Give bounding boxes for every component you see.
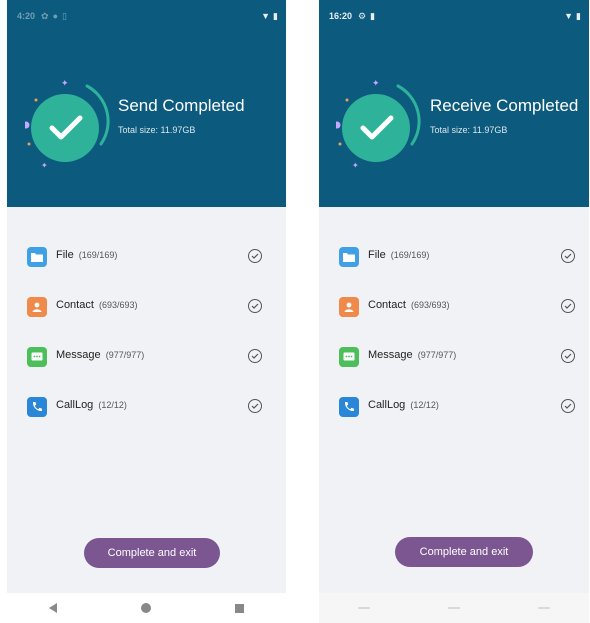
battery-icon: ▮	[273, 11, 278, 21]
list-item-calllog: CallLog (12/12)	[7, 388, 286, 438]
svg-text:✦: ✦	[352, 161, 359, 170]
navigation-bar	[7, 593, 286, 623]
header: 16:20 ⚙ ▮ ▼ ▮ ✦ ✦ Receive Completed Tota…	[319, 0, 589, 207]
list-item-calllog: CallLog (12/12)	[319, 388, 589, 438]
recents-icon[interactable]	[235, 603, 244, 613]
folder-icon	[339, 247, 359, 267]
svg-text:✦: ✦	[41, 161, 48, 170]
contact-icon	[27, 297, 47, 317]
page-title: Send Completed	[118, 96, 245, 115]
battery-icon: ▮	[576, 11, 581, 21]
item-label: Contact	[368, 299, 406, 311]
phone-icon	[27, 397, 47, 417]
check-circle-icon	[248, 249, 262, 263]
item-label: Contact	[56, 299, 94, 311]
contact-icon	[339, 297, 359, 317]
check-circle-icon	[561, 249, 575, 263]
list-item-message: Message (977/977)	[319, 338, 589, 388]
sim-status-icon: ▯	[62, 11, 67, 21]
item-count: (169/169)	[78, 250, 118, 260]
list-item-contact: Contact (693/693)	[319, 288, 589, 338]
item-count: (977/977)	[105, 350, 145, 360]
wifi-icon: ▼	[564, 11, 574, 21]
message-icon	[27, 347, 47, 367]
check-circle-icon	[248, 399, 262, 413]
status-time: 16:20	[329, 11, 353, 21]
folder-icon	[27, 247, 47, 267]
recents-icon[interactable]	[538, 607, 550, 609]
complete-and-exit-button[interactable]: Complete and exit	[84, 538, 220, 568]
home-icon[interactable]	[141, 603, 151, 613]
item-label: CallLog	[56, 399, 94, 411]
list-item-file: File (169/169)	[319, 238, 589, 288]
svg-text:✦: ✦	[372, 80, 380, 89]
phone-icon	[339, 397, 359, 417]
success-check-icon: ✦ ✦	[25, 80, 110, 170]
page-title: Receive Completed	[430, 96, 579, 115]
check-circle-icon	[248, 299, 262, 313]
total-size: Total size: 11.97GB	[118, 125, 196, 135]
list-item-contact: Contact (693/693)	[7, 288, 286, 338]
transfer-list: File (169/169) Contact (693/693) Message…	[319, 238, 589, 438]
item-label: Message	[368, 349, 413, 361]
item-label: File	[368, 249, 386, 261]
item-count: (169/169)	[390, 250, 430, 260]
success-check-icon: ✦ ✦	[336, 80, 421, 170]
check-circle-icon	[561, 399, 575, 413]
check-circle-icon	[248, 349, 262, 363]
settings-status-icon: ⚙	[358, 11, 367, 21]
item-count: (693/693)	[98, 300, 138, 310]
status-bar: 4:20 ✿ ● ▯ ▼ ▮	[7, 8, 286, 24]
receive-screen: 16:20 ⚙ ▮ ▼ ▮ ✦ ✦ Receive Completed Tota…	[319, 0, 589, 623]
total-size: Total size: 11.97GB	[430, 125, 508, 135]
navigation-bar	[319, 593, 589, 623]
item-count: (977/977)	[417, 350, 457, 360]
item-label: CallLog	[368, 399, 406, 411]
list-item-file: File (169/169)	[7, 238, 286, 288]
header: 4:20 ✿ ● ▯ ▼ ▮ ✦ ✦ Send Completed Total …	[7, 0, 286, 207]
back-icon[interactable]	[49, 603, 57, 613]
item-count: (693/693)	[410, 300, 450, 310]
item-count: (12/12)	[98, 400, 127, 410]
home-icon[interactable]	[448, 607, 460, 609]
item-label: Message	[56, 349, 101, 361]
check-circle-icon	[561, 349, 575, 363]
complete-and-exit-button[interactable]: Complete and exit	[395, 537, 533, 567]
location-status-icon: ●	[52, 11, 58, 21]
item-label: File	[56, 249, 74, 261]
message-icon	[339, 347, 359, 367]
status-bar: 16:20 ⚙ ▮ ▼ ▮	[319, 8, 589, 24]
back-icon[interactable]	[358, 607, 370, 609]
item-count: (12/12)	[410, 400, 439, 410]
transfer-list: File (169/169) Contact (693/693) Message…	[7, 238, 286, 438]
list-item-message: Message (977/977)	[7, 338, 286, 388]
wifi-icon: ▼	[261, 11, 271, 21]
sim-status-icon: ▮	[370, 11, 376, 21]
send-screen: 4:20 ✿ ● ▯ ▼ ▮ ✦ ✦ Send Completed Total …	[7, 0, 286, 623]
svg-text:✦: ✦	[61, 80, 69, 89]
check-circle-icon	[561, 299, 575, 313]
status-time: 4:20	[17, 11, 36, 21]
settings-status-icon: ✿	[41, 11, 49, 21]
